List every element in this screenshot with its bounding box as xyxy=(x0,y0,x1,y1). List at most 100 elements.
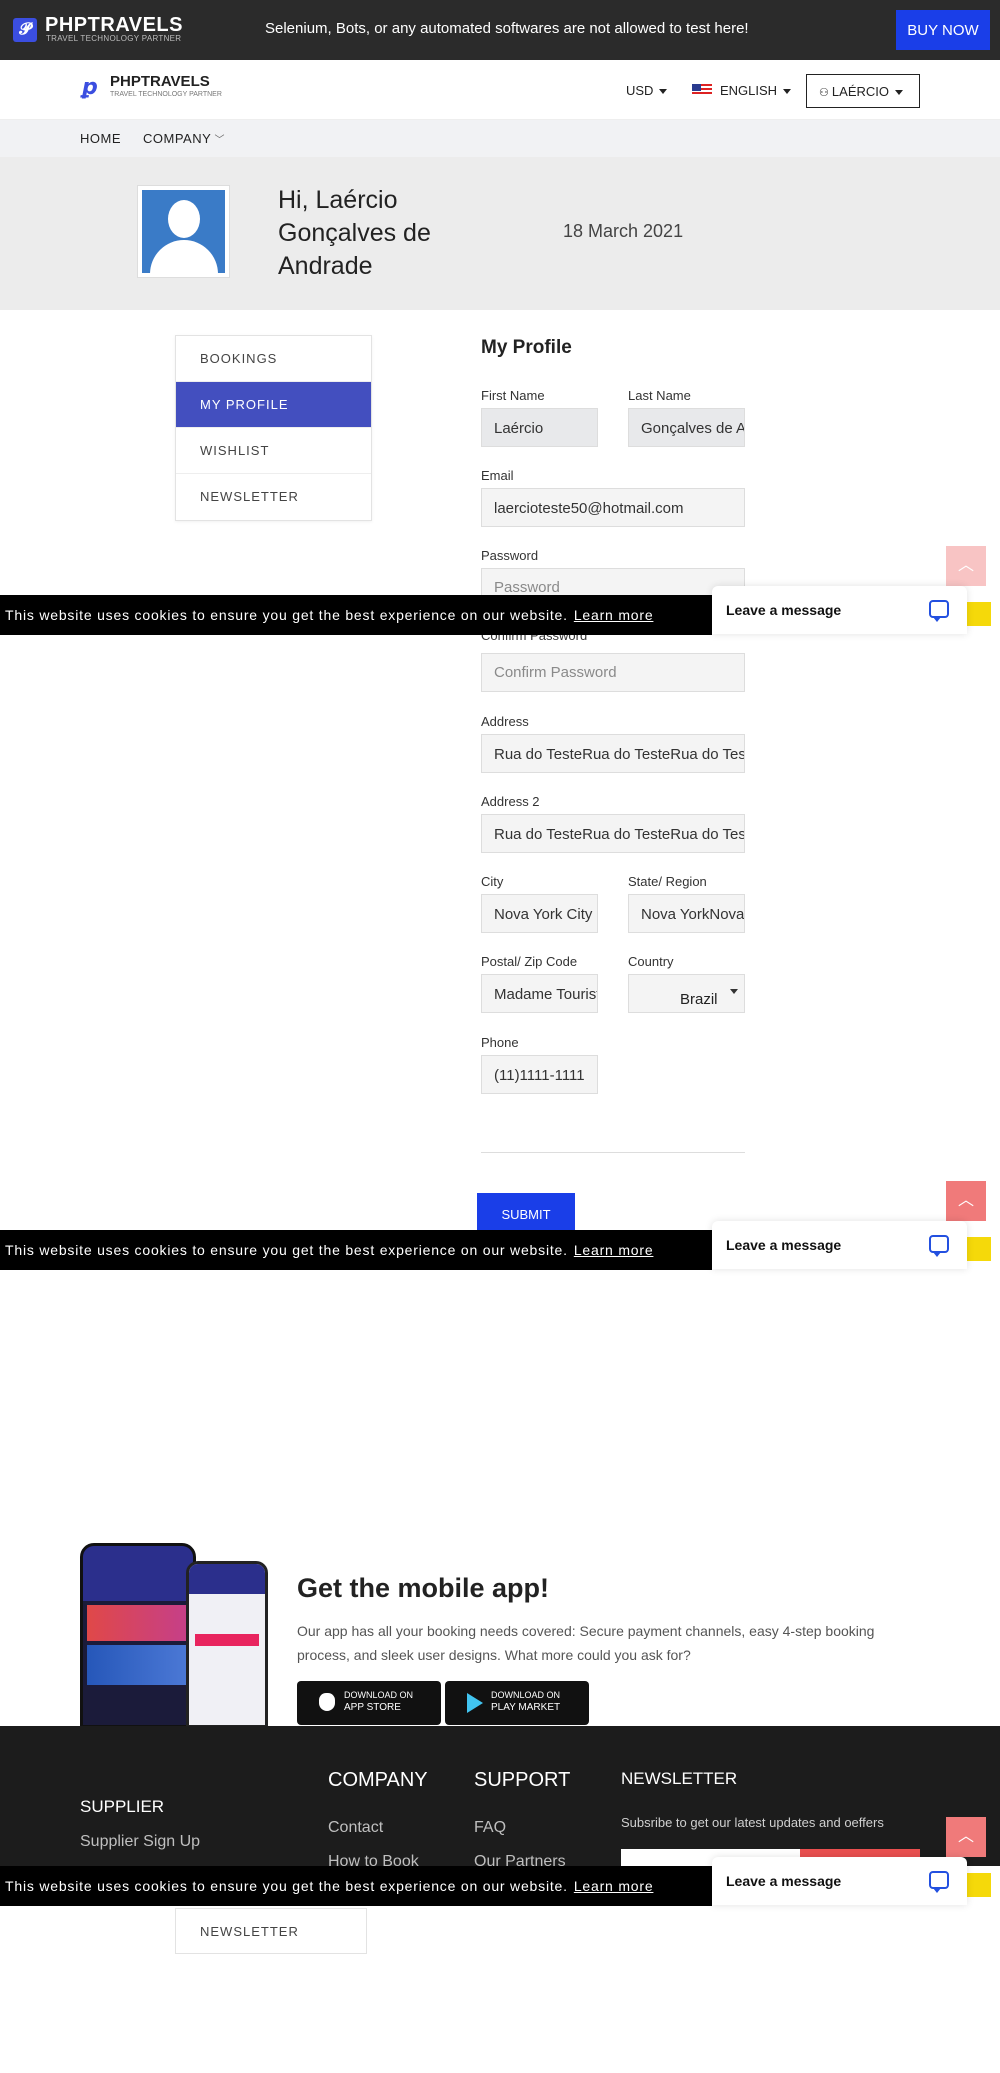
submit-button[interactable]: SUBMIT xyxy=(477,1193,575,1235)
address-field[interactable]: Rua do TesteRua do TesteRua do Teste xyxy=(481,734,745,773)
password-label: Password xyxy=(481,548,539,563)
state-field[interactable]: Nova YorkNova York xyxy=(628,894,745,933)
footer-supplier-title: SUPPLIER xyxy=(80,1797,165,1816)
google-play-icon xyxy=(467,1693,483,1713)
email-field[interactable]: laercioteste50@hotmail.com xyxy=(481,488,745,527)
cookie-accept-button[interactable] xyxy=(967,1873,991,1897)
brand-tagline: TRAVEL TECHNOLOGY PARTNER xyxy=(46,34,182,43)
top-banner: 𝓟 PHPTRAVELS TRAVEL TECHNOLOGY PARTNER S… xyxy=(0,0,1000,60)
secondary-nav: HOME COMPANY ﹀ xyxy=(0,120,1000,157)
state-label: State/ Region xyxy=(628,874,707,889)
chat-bubble-icon xyxy=(929,600,949,622)
us-flag-icon xyxy=(692,84,712,96)
last-name-field[interactable]: Gonçalves de Andrade xyxy=(628,408,745,447)
chevron-down-icon: ﹀ xyxy=(211,135,226,146)
city-label: City xyxy=(481,874,504,889)
account-sidebar: BOOKINGS MY PROFILE WISHLIST NEWSLETTER xyxy=(175,335,372,521)
nav-home-link[interactable]: HOME xyxy=(80,131,121,146)
app-store-small-text: DOWNLOAD ON xyxy=(344,1690,414,1700)
cookie-text: This website uses cookies to ensure you … xyxy=(5,607,568,623)
confirm-password-field[interactable] xyxy=(481,653,745,692)
brand-logo-icon: 𝓟 xyxy=(13,18,37,42)
user-greeting: Hi, Laércio Gonçalves de Andrade xyxy=(278,186,431,280)
mobile-app-title: Get the mobile app! xyxy=(297,1573,550,1603)
play-store-small-text: DOWNLOAD ON xyxy=(491,1690,561,1700)
nav-company-label: COMPANY xyxy=(143,131,212,146)
cookie-accept-button[interactable] xyxy=(967,602,991,626)
email-label: Email xyxy=(481,468,514,483)
buy-now-button[interactable]: BUY NOW xyxy=(896,10,990,50)
play-store-label: PLAY MARKET xyxy=(491,1702,561,1713)
chat-widget[interactable]: Leave a message xyxy=(712,1221,967,1269)
sidebar-item-wishlist[interactable]: WISHLIST xyxy=(176,428,371,474)
city-field[interactable]: Nova York City xyxy=(481,894,598,933)
address-label: Address xyxy=(481,714,529,729)
currency-dropdown[interactable]: USD xyxy=(626,83,668,98)
avatar-placeholder-icon xyxy=(142,190,225,273)
chevron-down-icon xyxy=(895,89,903,95)
chat-label: Leave a message xyxy=(726,1873,842,1889)
chat-bubble-icon xyxy=(929,1235,949,1257)
bot-warning-text: Selenium, Bots, or any automated softwar… xyxy=(265,20,749,37)
language-label: ENGLISH xyxy=(720,83,778,98)
phone-field[interactable]: (11)1111-1111 xyxy=(481,1055,598,1094)
chevron-down-icon xyxy=(783,89,792,95)
chevron-down-icon xyxy=(730,989,738,994)
nav-brand-tagline: TRAVEL TECHNOLOGY PARTNER xyxy=(110,91,222,98)
cookie-learn-more-link[interactable]: Learn more xyxy=(574,1878,654,1894)
page-title: My Profile xyxy=(481,337,572,358)
footer-company-title: COMPANY xyxy=(328,1769,428,1791)
phone-mockup-image xyxy=(186,1561,268,1728)
app-store-button[interactable]: DOWNLOAD ON APP STORE xyxy=(297,1681,441,1725)
chat-widget[interactable]: Leave a message xyxy=(712,1857,967,1905)
last-name-label: Last Name xyxy=(628,388,691,403)
chevron-up-icon: ︿ xyxy=(957,1192,974,1209)
chevron-down-icon xyxy=(659,89,668,95)
app-store-label: APP STORE xyxy=(344,1702,401,1713)
cookie-learn-more-link[interactable]: Learn more xyxy=(574,1242,654,1258)
cookie-text: This website uses cookies to ensure you … xyxy=(5,1242,568,1258)
first-name-field[interactable]: Laércio xyxy=(481,408,598,447)
chat-bubble-icon xyxy=(929,1871,949,1893)
avatar xyxy=(137,185,230,278)
country-select[interactable]: Brazil xyxy=(628,974,745,1013)
postal-label: Postal/ Zip Code xyxy=(481,954,578,969)
cookie-accept-button[interactable] xyxy=(967,1237,991,1261)
currency-label: USD xyxy=(626,83,654,98)
nav-company-dropdown[interactable]: COMPANY ﹀ xyxy=(143,131,225,146)
footer-faq-link[interactable]: FAQ xyxy=(474,1819,506,1837)
postal-field[interactable]: Madame Tourist xyxy=(481,974,598,1013)
language-dropdown[interactable]: ENGLISH xyxy=(720,83,792,98)
chat-widget[interactable]: Leave a message xyxy=(712,586,967,634)
main-navbar: ꝑ PHPTRAVELS TRAVEL TECHNOLOGY PARTNER U… xyxy=(0,60,1000,120)
cookie-banner: This website uses cookies to ensure you … xyxy=(0,1866,712,1906)
footer-newsletter-title: NEWSLETTER xyxy=(621,1769,738,1788)
play-store-button[interactable]: DOWNLOAD ON PLAY MARKET xyxy=(445,1681,589,1725)
chat-label: Leave a message xyxy=(726,1237,842,1253)
country-label: Country xyxy=(628,954,674,969)
sidebar-item-newsletter[interactable]: NEWSLETTER xyxy=(176,474,371,520)
cookie-banner: This website uses cookies to ensure you … xyxy=(0,1230,712,1270)
first-name-label: First Name xyxy=(481,388,545,403)
cookie-learn-more-link[interactable]: Learn more xyxy=(574,607,654,623)
phone-mockup-image xyxy=(80,1543,196,1728)
footer-support-title: SUPPORT xyxy=(474,1769,571,1791)
address2-label: Address 2 xyxy=(481,794,540,809)
sidebar-item-newsletter[interactable]: NEWSLETTER xyxy=(175,1908,367,1954)
sidebar-item-bookings[interactable]: BOOKINGS xyxy=(176,336,371,382)
footer-supplier-signup-link[interactable]: Supplier Sign Up xyxy=(80,1833,200,1851)
scroll-to-top-button[interactable]: ︿ xyxy=(946,1817,986,1857)
nav-brand-name[interactable]: PHPTRAVELS xyxy=(110,73,210,90)
nav-logo-icon[interactable]: ꝑ xyxy=(82,74,104,100)
country-selected-value: Brazil xyxy=(680,991,718,1008)
chevron-up-icon: ︿ xyxy=(957,557,974,574)
footer-contact-link[interactable]: Contact xyxy=(328,1819,383,1837)
sidebar-item-my-profile[interactable]: MY PROFILE xyxy=(176,382,371,428)
phone-label: Phone xyxy=(481,1035,519,1050)
apple-icon xyxy=(319,1693,335,1711)
scroll-to-top-button[interactable]: ︿ xyxy=(946,546,986,586)
address2-field[interactable]: Rua do TesteRua do TesteRua do Teste xyxy=(481,814,745,853)
user-account-dropdown[interactable]: ⚇ LAÉRCIO xyxy=(806,74,920,108)
chat-label: Leave a message xyxy=(726,602,842,618)
scroll-to-top-button[interactable]: ︿ xyxy=(946,1181,986,1221)
